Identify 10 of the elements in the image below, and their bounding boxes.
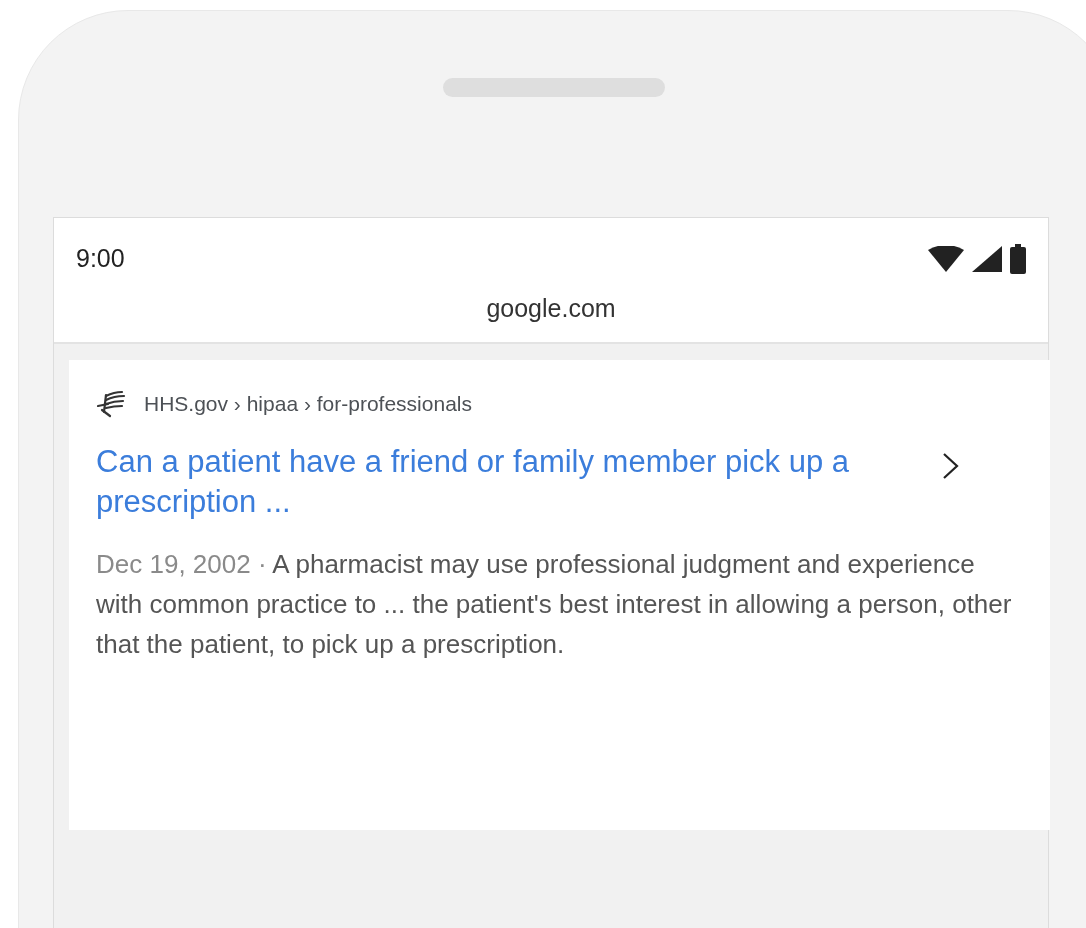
chevron-right-icon	[942, 451, 960, 480]
battery-icon	[1010, 243, 1026, 274]
signal-icon	[972, 245, 1002, 272]
url-text[interactable]: google.com	[486, 289, 616, 327]
eagle-logo-icon	[96, 389, 126, 418]
wifi-icon	[928, 245, 964, 272]
result-title-link[interactable]: Can a patient have a friend or family member pick up a prescription ...	[96, 441, 966, 522]
status-time: 9:00	[76, 243, 125, 274]
breadcrumb[interactable]: HHS.gov › hipaa › for-professionals	[144, 388, 472, 420]
result-snippet: Dec 19, 2002 · A pharmacist may use professional judgment and experience with common practice to ... the patient's best interest in allowing a person, other that the patient, to pick up a prescription.	[96, 547, 1013, 661]
